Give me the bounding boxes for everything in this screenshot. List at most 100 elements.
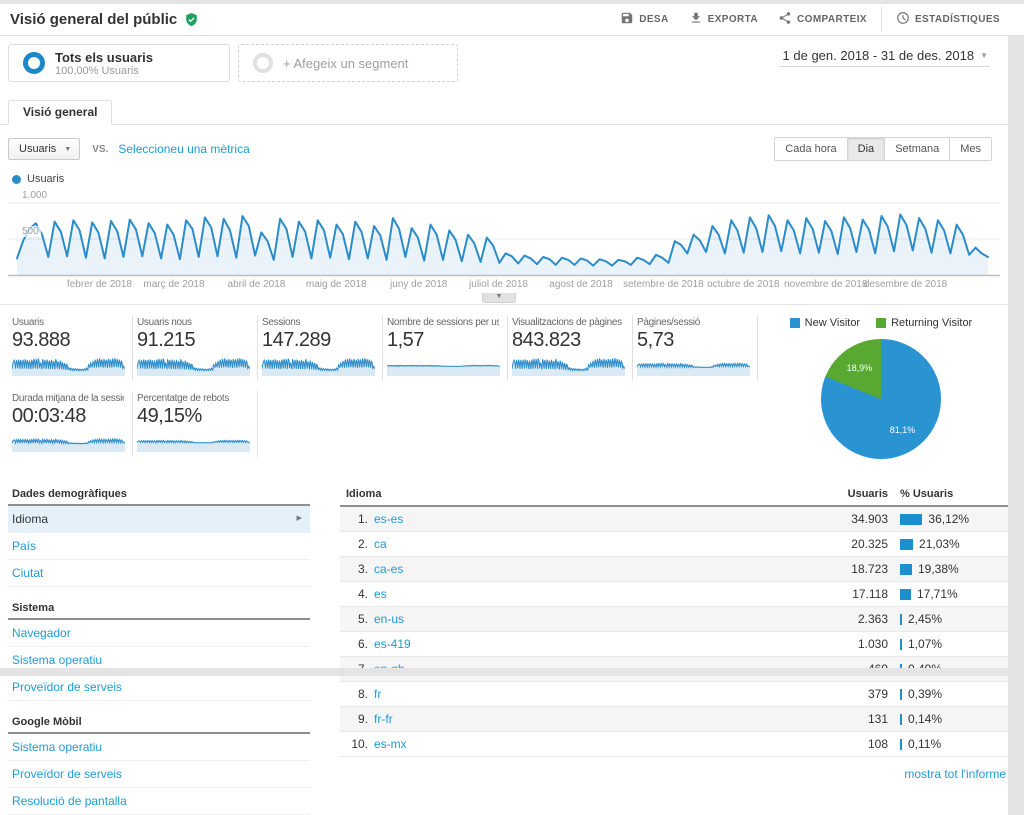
metric-card-durada-mitjana-de-la-sessi-[interactable]: Durada mitjana de la sessió 00:03:48 [8,391,133,457]
row-rank: 3. [357,562,368,576]
granularity-dia[interactable]: Dia [847,137,886,161]
timeline-chart[interactable]: 1.000 500 febrer de 2018 març de 2018 abril … [0,189,1008,305]
sidebar-item-idioma[interactable]: Idioma ▸ [8,506,310,533]
sidebar-item-sistema-operatiu[interactable]: Sistema operatiu [8,734,310,761]
segment-detail: 100,00% Usuaris [55,64,139,77]
pct-text: 21,03% [919,537,960,551]
timeline-svg[interactable] [0,189,1008,277]
metric-label: Pàgines/sessió [637,317,701,328]
action-label: EXPORTA [707,14,759,25]
metric-card-usuaris[interactable]: Usuaris 93.888 [8,315,133,381]
granularity-cada-hora[interactable]: Cada hora [774,137,848,161]
table-header: Idioma Usuaris % Usuaris [340,483,1008,507]
sidebar-group-dades-demogr-fiques: Dades demogràfiques [8,483,310,506]
metric-value: 49,15% [137,405,202,427]
legend-label: New Visitor [804,317,861,329]
segment-all-users[interactable]: Tots els usuaris 100,00% Usuaris [8,44,230,82]
legend-swatch-icon [789,318,800,328]
pct-text: 0,14% [908,712,943,726]
metric-select-dropdown[interactable]: Usuaris ▼ [8,138,81,160]
granularity-setmana[interactable]: Setmana [885,137,951,161]
pie-legend-returning-visitor: Returning Visitor [876,317,972,329]
visitor-type-pie[interactable]: 81,1% 18,9% [820,339,941,459]
row-rank: 6. [357,637,368,651]
x-axis-month-label: juliol de 2018 [469,279,528,290]
metric-label: Durada mitjana de la sessió [12,393,124,404]
pct-bar [900,563,912,575]
metric-card-nombre-de-sessions-per-usuari[interactable]: Nombre de sessions per usuari1,57 [383,315,508,381]
row-rank: 2. [357,537,368,551]
cell-pct-users: 0,11% [888,737,1008,751]
sidebar-item-resoluci-de-pantalla[interactable]: Resolució de pantalla [8,788,310,815]
cell-pct-users: 19,38% [888,562,1008,576]
header-actions: DESA EXPORTA COMPARTEIX ESTADÍSTIQUES [610,7,1010,32]
exporta-button[interactable]: EXPORTA [679,7,768,32]
metric-row: Usuaris 93.888 Usuaris nous 91.215 Sessions 1… [8,315,762,381]
table-row: 1. es-es 34.903 36,12% [340,507,1008,532]
add-segment-label: + Afegeix un segment [283,55,409,71]
sidebar-item-navegador[interactable]: Navegador [8,620,310,647]
tab-bar: Visió general [0,100,1008,125]
pct-bar [900,638,902,650]
column-pct-usuaris[interactable]: % Usuaris [888,488,1008,500]
tab-visio-general[interactable]: Visió general [8,100,113,125]
table-row: 3. ca-es 18.723 19,38% [340,557,1008,582]
dimension-report-section: Dades demogràfiques Idioma ▸ País Ciutat Sist… [0,467,1008,815]
summary-section: Usuaris 93.888 Usuaris nous 91.215 Sessions 1… [0,305,1008,467]
cell-dimension: 3. ca-es [340,562,738,576]
column-usuaris[interactable]: Usuaris [738,488,888,500]
dimension-link[interactable]: fr [374,687,381,701]
metric-card-percentatge-de-rebots[interactable]: Percentatge de rebots 49,15% [133,391,258,457]
dimension-link[interactable]: es [374,587,387,601]
sidebar-item-pa-s[interactable]: País [8,533,310,560]
pct-text: 0,11% [908,737,942,751]
dimension-link[interactable]: es-mx [374,737,407,751]
x-axis-month-label: març de 2018 [143,279,205,290]
dimension-link[interactable]: en-us [374,612,404,626]
sidebar-item-prove-dor-de-serveis[interactable]: Proveïdor de serveis [8,674,310,701]
row-rank: 9. [357,712,368,726]
metric-card-usuaris-nous[interactable]: Usuaris nous 91.215 [133,315,258,381]
sidebar-item-prove-dor-de-serveis[interactable]: Proveïdor de serveis [8,761,310,788]
dimension-link[interactable]: ca-es [374,562,403,576]
cell-pct-users: 2,45% [888,612,1008,626]
cell-dimension: 6. es-419 [340,637,738,651]
dimension-link[interactable]: fr-fr [374,712,393,726]
metric-card-sessions[interactable]: Sessions 147.289 [258,315,383,381]
show-full-report-link[interactable]: mostra tot l'informe [904,767,1006,781]
date-range-selector[interactable]: 1 de gen. 2018 - 31 de des. 2018 ▼ [778,46,990,67]
timeline-handle[interactable]: ▼ [482,293,516,303]
select-metric-link[interactable]: Seleccioneu una mètrica [118,142,249,156]
add-segment-button[interactable]: + Afegeix un segment [238,44,458,82]
segment-ring-icon [23,52,45,74]
estadístiques-button[interactable]: ESTADÍSTIQUES [880,7,1010,32]
x-axis-month-label: desembre de 2018 [863,279,948,290]
metric-value: 1,57 [387,329,424,351]
sidebar-item-ciutat[interactable]: Ciutat [8,560,310,587]
save-icon [620,11,634,28]
row-rank: 5. [357,612,368,626]
granularity-mes[interactable]: Mes [950,137,992,161]
cell-pct-users: 0,39% [888,687,1008,701]
metric-select-label: Usuaris [19,143,57,155]
cell-users: 18.723 [851,562,888,576]
column-idioma[interactable]: Idioma [340,488,738,500]
desa-button[interactable]: DESA [610,7,678,32]
insights-icon [896,11,910,28]
metric-card-p-gines-sessi-[interactable]: Pàgines/sessió 5,73 [633,315,758,381]
dimension-link[interactable]: es-es [374,512,403,526]
page-margin-bottom [0,668,1024,676]
cell-pct-users: 21,03% [888,537,1008,551]
table-row: 4. es 17.118 17,71% [340,582,1008,607]
pie-legend: New Visitor Returning Visitor [762,317,1000,329]
x-axis-month-label: setembre de 2018 [623,279,704,290]
dimension-link[interactable]: es-419 [374,637,411,651]
metric-value: 147.289 [262,329,331,351]
add-segment-circle-icon [253,53,273,73]
date-range-text: 1 de gen. 2018 - 31 de des. 2018 [782,48,975,63]
comparteix-button[interactable]: COMPARTEIX [768,7,877,32]
dimension-link[interactable]: ca [374,537,387,551]
page-title: Visió general del públic [10,11,178,28]
metric-card-visualitzacions-de-p-gines[interactable]: Visualitzacions de pàgines 843.823 [508,315,633,381]
table-row: 8. fr 379 0,39% [340,682,1008,707]
